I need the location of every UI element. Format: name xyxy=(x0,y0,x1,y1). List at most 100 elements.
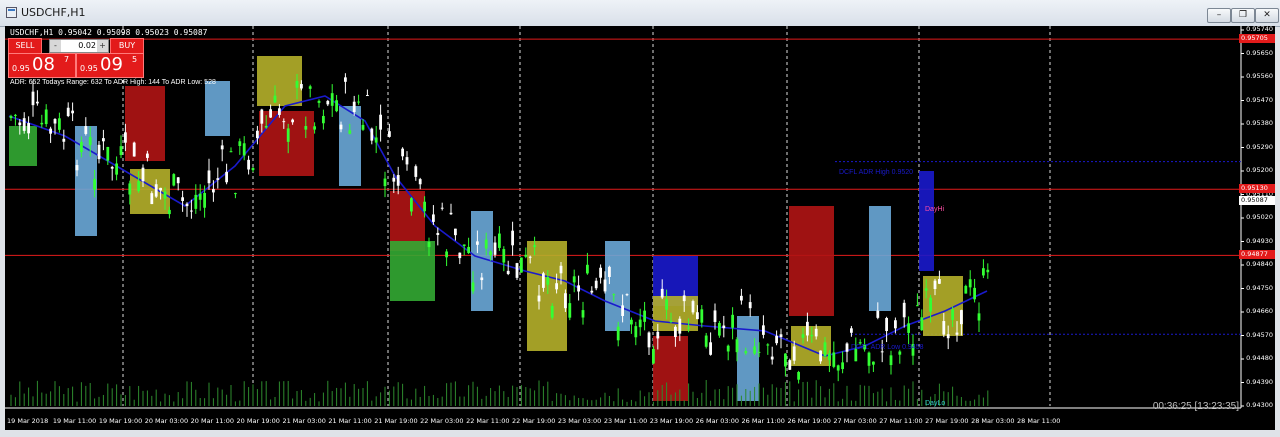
time-tick-label: 28 Mar 11:00 xyxy=(1017,417,1061,425)
time-tick-label: 26 Mar 19:00 xyxy=(787,417,831,425)
candle-body xyxy=(313,126,316,130)
candle-body xyxy=(590,290,594,293)
candle-body xyxy=(762,325,765,335)
candle-body xyxy=(295,81,299,88)
price-tick-label: 0.94840 xyxy=(1246,260,1273,268)
sell-price-sup: 7 xyxy=(64,55,70,64)
candle-body xyxy=(256,130,259,139)
candle-body xyxy=(286,128,290,142)
candle-body xyxy=(14,114,17,116)
price-tick-label: 0.94660 xyxy=(1246,307,1273,315)
candle-body xyxy=(537,295,541,302)
candle-body xyxy=(946,334,950,339)
candle-body xyxy=(586,264,589,274)
close-icon: ✕ xyxy=(1263,10,1271,20)
sell-price-big: 08 xyxy=(32,54,55,75)
profile-block xyxy=(919,171,934,271)
candle-body xyxy=(352,101,356,113)
candle-body xyxy=(445,251,448,258)
candle-body xyxy=(603,279,607,292)
candle-body xyxy=(269,109,272,118)
candle-body xyxy=(467,246,470,253)
candle-body xyxy=(907,323,910,333)
restore-button[interactable]: ❐ xyxy=(1231,8,1255,23)
candle-body xyxy=(647,332,651,348)
candle-body xyxy=(176,177,180,184)
candle-body xyxy=(119,146,123,155)
sell-price-box[interactable]: 0.95 08 7 xyxy=(8,53,76,78)
candle-body xyxy=(638,319,642,328)
profile-block xyxy=(789,206,834,316)
candle-body xyxy=(146,153,149,158)
candle-body xyxy=(722,325,726,329)
candle-body xyxy=(141,167,145,182)
candle-body xyxy=(555,283,558,290)
price-tick-label: 0.94930 xyxy=(1246,236,1273,245)
price-tick-label: 0.95470 xyxy=(1246,95,1273,104)
candle-body xyxy=(572,276,576,283)
close-button[interactable]: ✕ xyxy=(1255,8,1279,23)
candle-body xyxy=(454,228,457,236)
candle-body xyxy=(194,194,198,209)
candle-body xyxy=(264,125,268,128)
price-marker-label: 0.95130 xyxy=(1239,184,1275,194)
candle-body xyxy=(616,326,620,341)
minimize-button[interactable]: – xyxy=(1207,8,1231,23)
candle-body xyxy=(308,86,312,89)
candle-body xyxy=(304,126,308,130)
sell-button[interactable]: SELL xyxy=(8,38,42,54)
profile-block xyxy=(527,241,567,351)
candle-body xyxy=(80,141,83,153)
candle-body xyxy=(942,321,946,335)
candle-body xyxy=(564,293,567,309)
sell-price-prefix: 0.95 xyxy=(12,64,30,73)
candle-body xyxy=(335,100,338,112)
candle-body xyxy=(357,101,360,103)
candle-body xyxy=(396,175,400,186)
candle-body xyxy=(951,309,954,320)
time-tick-label: 26 Mar 11:00 xyxy=(741,417,785,425)
price-chart[interactable]: USDCHF,H1 0.95042 0.95098 0.95023 0.9508… xyxy=(5,26,1275,430)
candle-body xyxy=(753,346,756,354)
candle-body xyxy=(300,84,303,89)
candle-body xyxy=(427,241,431,248)
lot-size-field[interactable]: - 0.02 + xyxy=(49,39,109,53)
candle-body xyxy=(986,269,990,273)
chart-window-icon xyxy=(6,7,17,18)
candle-body xyxy=(110,166,114,169)
candle-body xyxy=(229,151,233,153)
candle-body xyxy=(902,302,906,318)
lot-size-value[interactable]: 0.02 xyxy=(62,40,96,52)
candle-body xyxy=(449,212,453,215)
lot-increase-button[interactable]: + xyxy=(97,40,108,52)
candle-body xyxy=(797,372,800,380)
candle-body xyxy=(348,130,352,134)
profile-block xyxy=(390,241,435,301)
lot-decrease-button[interactable]: - xyxy=(50,40,61,52)
candle-body xyxy=(366,95,369,97)
candle-body xyxy=(920,317,924,331)
price-tick-label: 0.95200 xyxy=(1246,166,1273,174)
chart-canvas[interactable] xyxy=(5,26,1275,430)
candle-body xyxy=(388,131,391,137)
candle-body xyxy=(58,118,61,130)
minimize-icon: – xyxy=(1216,10,1222,20)
candle-body xyxy=(128,183,132,195)
candle-body xyxy=(432,214,435,222)
candle-body xyxy=(97,144,101,160)
candle-body xyxy=(889,355,893,366)
candle-body xyxy=(924,288,928,291)
candle-body xyxy=(696,312,699,320)
candle-body xyxy=(322,115,325,124)
candle-body xyxy=(885,318,888,331)
candle-body xyxy=(792,346,796,361)
candle-body xyxy=(40,122,44,125)
buy-button[interactable]: BUY xyxy=(110,38,144,54)
candle-body xyxy=(735,339,739,353)
candle-body xyxy=(49,128,52,134)
candle-body xyxy=(476,241,479,245)
buy-price-box[interactable]: 0.95 09 5 xyxy=(76,53,144,78)
chart-header: USDCHF,H1 0.95042 0.95098 0.95023 0.9508… xyxy=(10,28,208,37)
price-tick-label: 0.95740 xyxy=(1246,26,1273,33)
time-tick-label: 21 Mar 03:00 xyxy=(282,417,326,425)
